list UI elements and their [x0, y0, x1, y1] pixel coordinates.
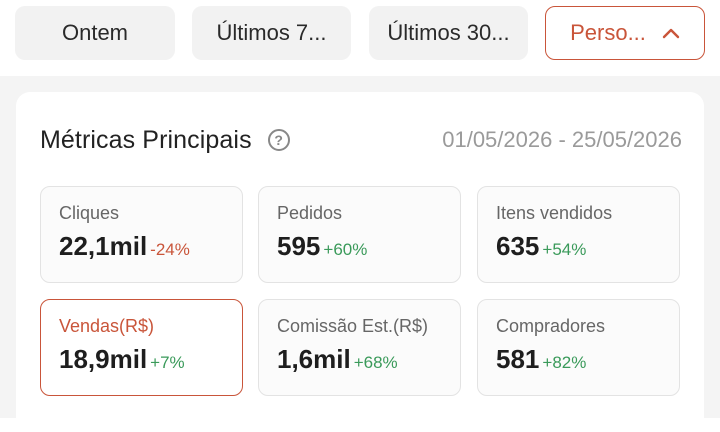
card-header: Métricas Principais ? 01/05/2026 - 25/05…: [40, 120, 682, 160]
card-title: Métricas Principais: [40, 125, 252, 154]
metric-change: +68%: [353, 353, 398, 372]
date-range: 01/05/2026 - 25/05/2026: [442, 127, 682, 152]
metric-tile-orders[interactable]: Pedidos 595 +60%: [258, 186, 461, 283]
metric-tile-clicks[interactable]: Cliques 22,1mil -24%: [40, 186, 243, 283]
filter-custom-button[interactable]: Perso...: [545, 6, 705, 60]
metric-label: Comissão Est.(R$): [277, 316, 429, 336]
metric-tile-items-sold[interactable]: Itens vendidos 635 +54%: [477, 186, 680, 283]
metric-label: Cliques: [59, 203, 120, 223]
key-metrics-card: Métricas Principais ? 01/05/2026 - 25/05…: [16, 92, 704, 432]
metric-change: +60%: [323, 240, 368, 259]
filter-yesterday-button[interactable]: Ontem: [15, 6, 175, 60]
filter-label: Ontem: [61, 20, 129, 45]
metric-change: +54%: [542, 240, 587, 259]
metric-value: 18,9mil: [59, 344, 148, 374]
metric-tile-sales[interactable]: Vendas(R$) 18,9mil +7%: [40, 299, 243, 396]
filter-last-7-days-button[interactable]: Últimos 7...: [192, 6, 351, 60]
metric-label: Vendas(R$): [59, 316, 155, 336]
metric-label: Compradores: [496, 316, 606, 336]
metric-value: 635: [496, 231, 540, 261]
metric-value: 1,6mil: [277, 344, 351, 374]
question-circle-icon[interactable]: ?: [267, 129, 290, 151]
filter-last-30-days-button[interactable]: Últimos 30...: [369, 6, 528, 60]
metric-label: Itens vendidos: [496, 203, 613, 223]
metric-change: +82%: [542, 353, 587, 372]
metric-value: 595: [277, 231, 321, 261]
metric-tile-commission[interactable]: Comissão Est.(R$) 1,6mil +68%: [258, 299, 461, 396]
filter-label: Últimos 30...: [387, 20, 510, 45]
metric-change: +7%: [150, 353, 185, 372]
metric-value: 581: [496, 344, 540, 374]
metric-value: 22,1mil: [59, 231, 148, 261]
metric-change: -24%: [150, 240, 190, 259]
metric-tile-buyers[interactable]: Compradores 581 +82%: [477, 299, 680, 396]
filter-label: Perso...: [570, 20, 646, 45]
metric-label: Pedidos: [277, 203, 343, 223]
chevron-up-icon: [662, 28, 680, 39]
date-filter-bar: Ontem Últimos 7... Últimos 30... Perso..…: [0, 0, 720, 76]
filter-label: Últimos 7...: [216, 20, 327, 45]
